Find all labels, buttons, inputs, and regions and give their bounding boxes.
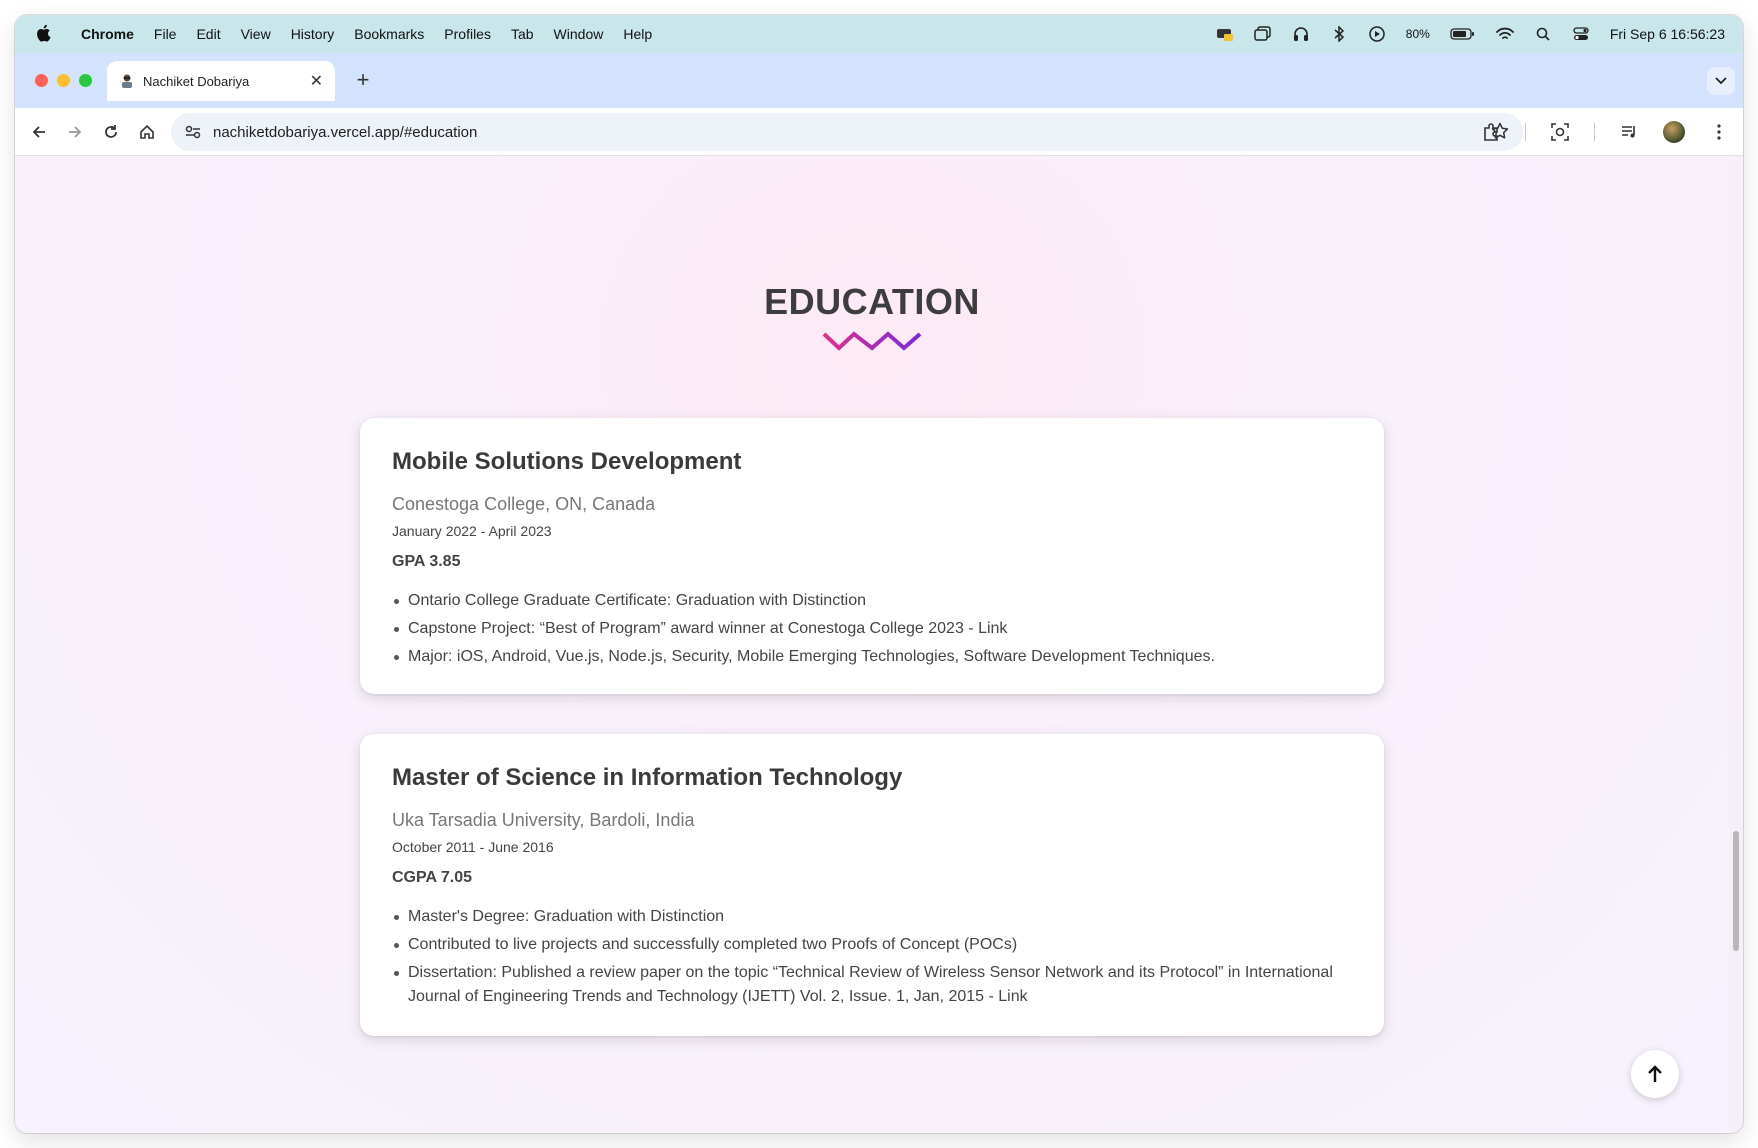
chevron-down-icon [1715,77,1727,85]
mac-menubar: Chrome File Edit View History Bookmarks … [15,15,1743,53]
profile-avatar[interactable] [1663,121,1685,143]
zoom-window-button[interactable] [79,74,92,87]
menu-edit[interactable]: Edit [186,26,230,42]
home-button[interactable] [129,114,165,150]
list-item[interactable]: Dissertation: Published a review paper o… [392,961,1352,1009]
status-area: 80% Fri Sep 6 16:56:23 [1216,25,1743,43]
toolbar-divider [1525,123,1526,141]
reload-button[interactable] [93,114,129,150]
bluetooth-icon[interactable] [1330,25,1348,43]
home-icon [140,124,154,139]
education-card: Master of Science in Information Technol… [360,734,1384,1036]
menubar-clock[interactable]: Fri Sep 6 16:56:23 [1610,26,1725,42]
url-text[interactable]: nachiketdobariya.vercel.app/#education [213,124,477,141]
media-controls-icon[interactable] [1617,114,1641,150]
vpn-icon[interactable] [1216,25,1234,43]
arrow-left-icon [32,125,45,138]
gpa-value: GPA 3.85 [392,553,461,570]
site-favicon-icon [119,73,135,89]
menu-tab[interactable]: Tab [501,26,544,42]
education-card: Mobile Solutions Development Conestoga C… [360,418,1384,694]
site-info-icon[interactable] [183,122,203,142]
toolbar-actions [1479,114,1731,150]
tab-title: Nachiket Dobariya [143,73,250,89]
browser-window: Chrome File Edit View History Bookmarks … [15,15,1743,1133]
back-button[interactable] [21,114,57,150]
school-name: Uka Tarsadia University, Bardoli, India [392,810,695,830]
spotlight-search-icon[interactable] [1534,25,1552,43]
list-item[interactable]: Capstone Project: “Best of Program” awar… [392,617,1352,641]
apple-icon[interactable] [35,24,57,45]
window-controls [35,74,92,87]
list-item: Ontario College Graduate Certificate: Gr… [392,589,1352,613]
page-scrollbar[interactable] [1729,156,1743,1133]
browser-toolbar: nachiketdobariya.vercel.app/#education [15,108,1743,156]
list-item: Major: iOS, Android, Vue.js, Node.js, Se… [392,645,1352,669]
browser-tab-active[interactable]: Nachiket Dobariya ✕ [107,61,335,101]
tab-strip: Nachiket Dobariya ✕ + [15,53,1743,108]
tab-search-button[interactable] [1707,67,1735,95]
wifi-icon[interactable] [1495,25,1514,43]
arrow-up-icon [1648,1065,1662,1082]
highlights-list: Master's Degree: Graduation with Distinc… [392,905,1352,1009]
address-bar[interactable]: nachiketdobariya.vercel.app/#education [171,113,1523,151]
now-playing-icon[interactable] [1368,25,1386,43]
menu-profiles[interactable]: Profiles [434,26,501,42]
headphones-icon[interactable] [1292,25,1310,43]
menu-file[interactable]: File [144,26,187,42]
arrow-right-icon [69,125,82,138]
list-item: Contributed to live projects and success… [392,933,1352,957]
degree-title: Master of Science in Information Technol… [392,764,903,791]
toolbar-divider [1594,123,1595,141]
close-window-button[interactable] [35,74,48,87]
page-viewport: EDUCATION Mobile Solutions Development C… [15,156,1729,1133]
reload-icon [105,124,117,138]
date-range: January 2022 - April 2023 [392,523,552,539]
menu-history[interactable]: History [281,26,345,42]
date-range: October 2011 - June 2016 [392,839,554,855]
battery-percent: 80% [1405,27,1430,41]
extensions-icon[interactable] [1479,114,1503,150]
new-tab-button[interactable]: + [351,67,375,93]
forward-button[interactable] [57,114,93,150]
degree-title: Mobile Solutions Development [392,448,742,475]
battery-icon[interactable] [1450,25,1476,43]
gpa-value: CGPA 7.05 [392,869,473,886]
menu-view[interactable]: View [231,26,281,42]
list-item: Master's Degree: Graduation with Distinc… [392,905,1352,929]
menu-chrome[interactable]: Chrome [71,26,144,42]
school-name: Conestoga College, ON, Canada [392,494,656,514]
more-menu-icon[interactable] [1707,114,1731,150]
highlights-list: Ontario College Graduate Certificate: Gr… [392,589,1352,669]
scroll-to-top-button[interactable] [1631,1050,1679,1098]
scrollbar-thumb[interactable] [1733,831,1739,951]
control-center-icon[interactable] [1572,25,1590,43]
close-tab-icon[interactable]: ✕ [310,71,323,91]
menu-window[interactable]: Window [544,26,614,42]
screenshot-lens-icon[interactable] [1548,114,1572,150]
menu-bookmarks[interactable]: Bookmarks [344,26,434,42]
zigzag-divider-icon [822,331,922,351]
minimize-window-button[interactable] [57,74,70,87]
menu-help[interactable]: Help [613,26,662,42]
section-title: EDUCATION [764,281,980,322]
window-stack-icon[interactable] [1254,25,1272,43]
